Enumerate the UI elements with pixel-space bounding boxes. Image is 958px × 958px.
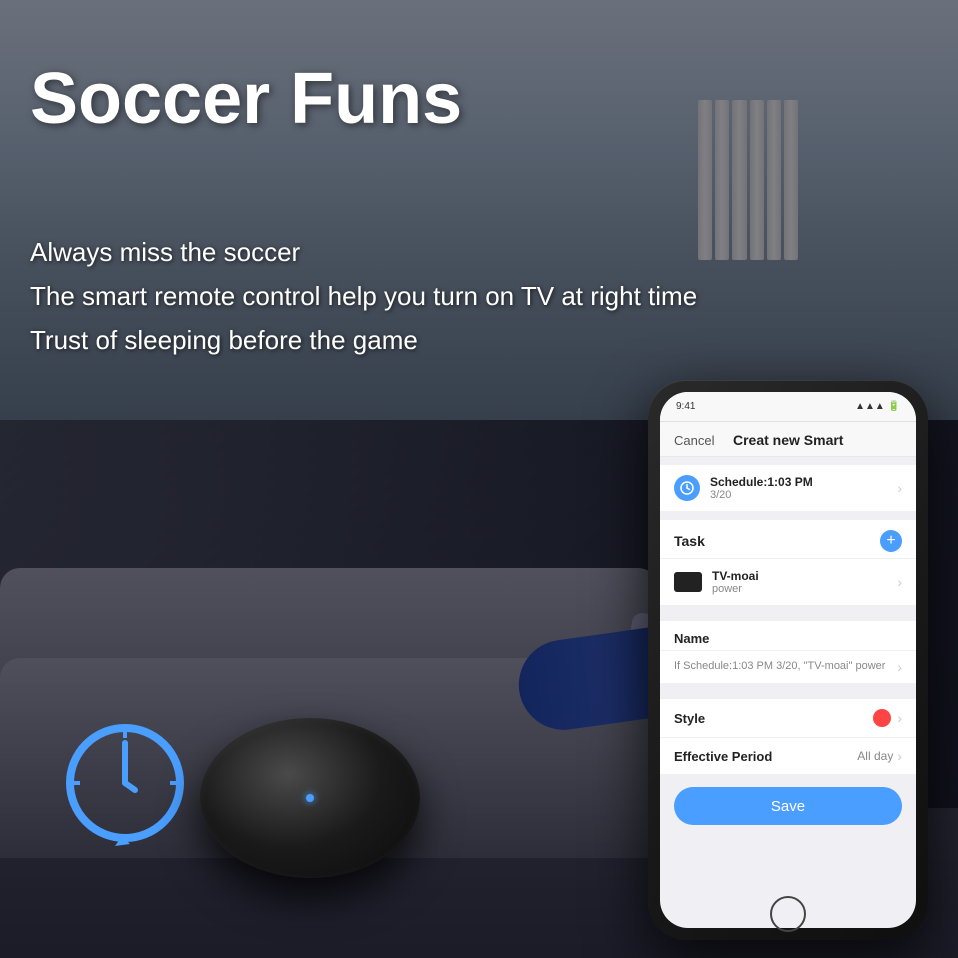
task-row[interactable]: TV-moai power › bbox=[660, 559, 916, 605]
schedule-icon bbox=[674, 475, 700, 501]
cancel-button[interactable]: Cancel bbox=[674, 433, 714, 448]
style-section: Style › bbox=[660, 699, 916, 738]
clock-icon bbox=[50, 708, 200, 858]
app-title: Creat new Smart bbox=[733, 432, 843, 448]
main-title: Soccer Funs bbox=[30, 60, 462, 139]
section-divider-1 bbox=[660, 512, 916, 520]
save-button[interactable]: Save bbox=[674, 787, 902, 825]
subtitle-block: Always miss the soccer The smart remote … bbox=[30, 230, 697, 363]
style-chevron-icon: › bbox=[897, 710, 902, 726]
home-button[interactable] bbox=[770, 896, 806, 932]
schedule-row[interactable]: Schedule:1:03 PM 3/20 › bbox=[660, 465, 916, 512]
phone-outer: 9:41 ▲▲▲ 🔋 Cancel Creat new Smart bbox=[648, 380, 928, 940]
app-header: Cancel Creat new Smart bbox=[660, 422, 916, 457]
title-box: Soccer Funs bbox=[30, 60, 462, 139]
save-section: Save bbox=[660, 775, 916, 837]
effective-period-section: Effective Period All day › bbox=[660, 738, 916, 775]
effective-period-label: Effective Period bbox=[674, 749, 857, 764]
task-header: Task + bbox=[660, 520, 916, 559]
subtitle-line3: Trust of sleeping before the game bbox=[30, 318, 697, 362]
schedule-time: Schedule:1:03 PM bbox=[710, 475, 897, 489]
task-device-name: TV-moai bbox=[712, 569, 897, 583]
content-layer: Soccer Funs Always miss the soccer The s… bbox=[0, 0, 958, 958]
task-label: Task bbox=[674, 533, 705, 549]
style-color-dot bbox=[873, 709, 891, 727]
phone-screen: 9:41 ▲▲▲ 🔋 Cancel Creat new Smart bbox=[660, 392, 916, 928]
style-label: Style bbox=[674, 711, 873, 726]
schedule-info: Schedule:1:03 PM 3/20 bbox=[710, 475, 897, 501]
name-chevron-icon: › bbox=[897, 659, 902, 675]
schedule-date: 3/20 bbox=[710, 489, 897, 501]
device-led bbox=[306, 794, 314, 802]
task-action: power bbox=[712, 583, 897, 595]
task-info: TV-moai power bbox=[712, 569, 897, 595]
name-section: Name If Schedule:1:03 PM 3/20, "TV-moai"… bbox=[660, 621, 916, 683]
style-row[interactable]: Style › bbox=[660, 699, 916, 738]
status-bar: 9:41 ▲▲▲ 🔋 bbox=[660, 392, 916, 422]
clock-icon-container bbox=[50, 708, 200, 858]
subtitle-line2: The smart remote control help you turn o… bbox=[30, 274, 697, 318]
name-label: Name bbox=[660, 621, 916, 651]
phone-container: 9:41 ▲▲▲ 🔋 Cancel Creat new Smart bbox=[648, 380, 928, 940]
effective-period-value: All day bbox=[857, 749, 893, 763]
section-divider-3 bbox=[660, 683, 916, 691]
task-chevron-icon: › bbox=[897, 574, 902, 590]
status-icons: ▲▲▲ 🔋 bbox=[855, 401, 900, 412]
schedule-chevron-icon: › bbox=[897, 480, 902, 496]
schedule-section: Schedule:1:03 PM 3/20 › bbox=[660, 465, 916, 512]
name-row[interactable]: If Schedule:1:03 PM 3/20, "TV-moai" powe… bbox=[660, 651, 916, 683]
clock-small-icon bbox=[680, 481, 694, 495]
section-divider-2 bbox=[660, 605, 916, 613]
tv-icon bbox=[674, 572, 702, 592]
smart-device-container bbox=[200, 718, 420, 878]
effective-period-chevron-icon: › bbox=[897, 748, 902, 764]
add-task-button[interactable]: + bbox=[880, 530, 902, 552]
name-value: If Schedule:1:03 PM 3/20, "TV-moai" powe… bbox=[674, 659, 897, 674]
status-time: 9:41 bbox=[676, 401, 695, 412]
effective-period-row[interactable]: Effective Period All day › bbox=[660, 738, 916, 775]
task-section: Task + TV-moai power › bbox=[660, 520, 916, 605]
device-body bbox=[200, 718, 420, 878]
subtitle-line1: Always miss the soccer bbox=[30, 230, 697, 274]
